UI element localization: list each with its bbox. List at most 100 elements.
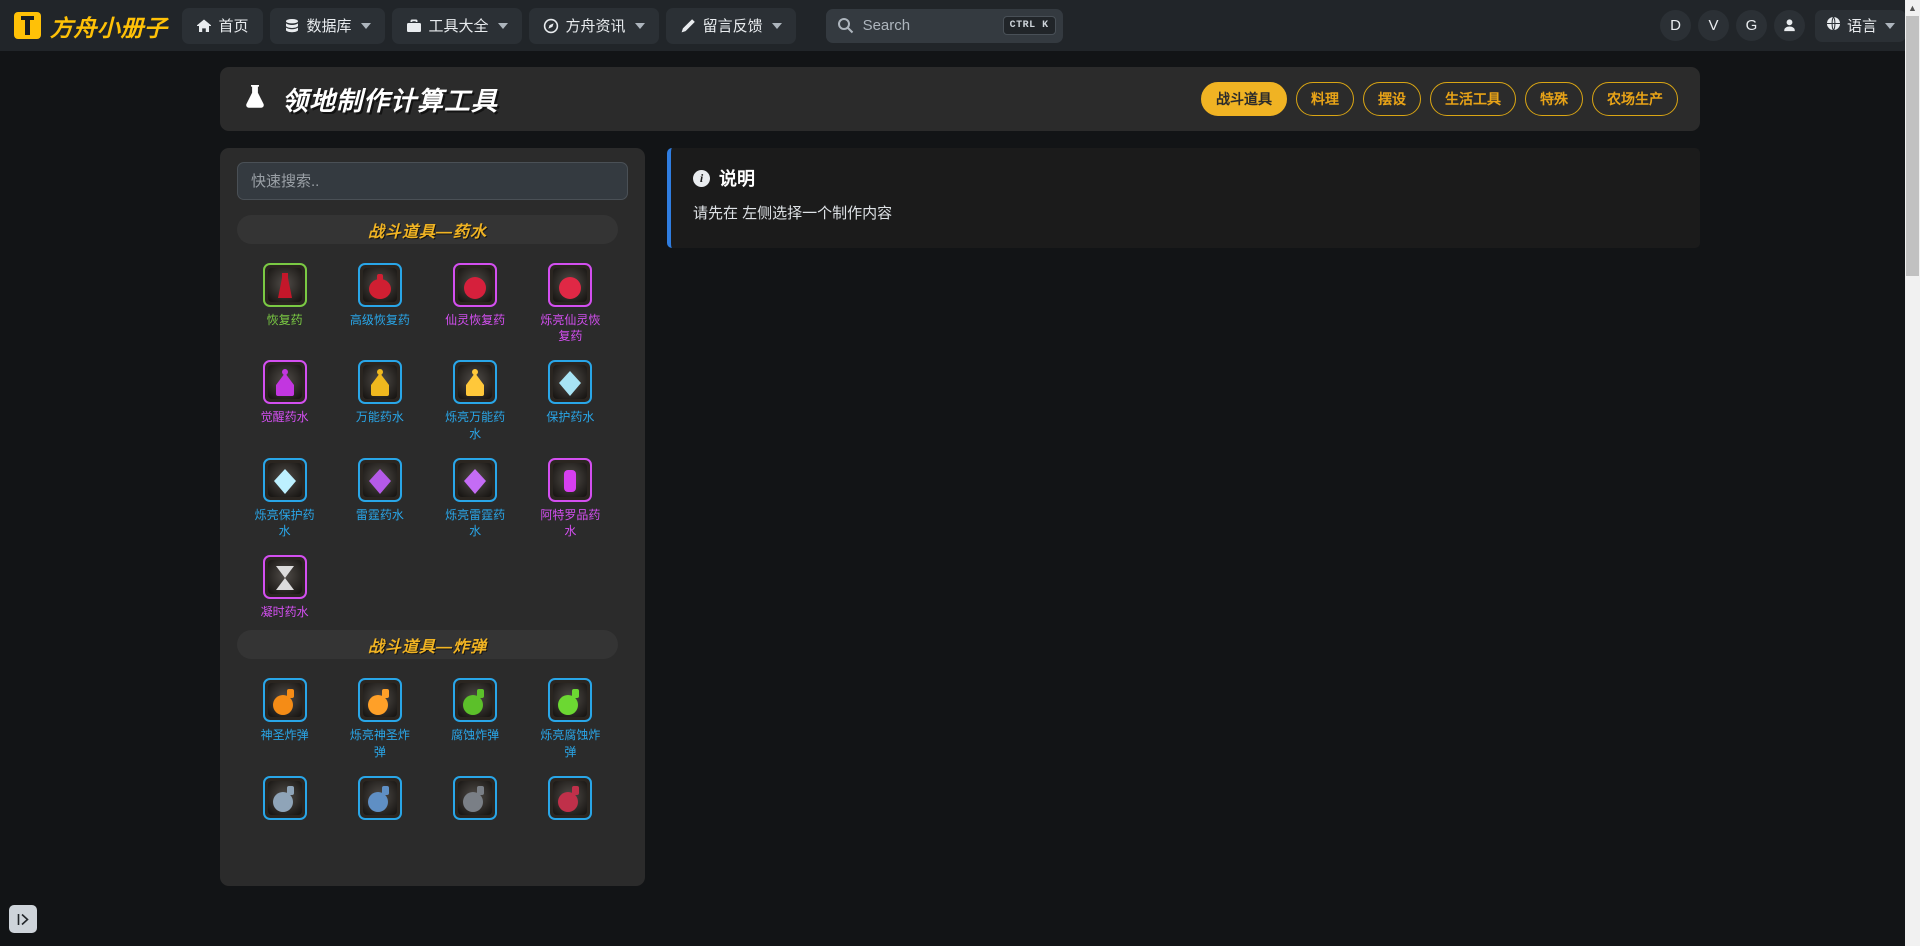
item-label: 烁亮万能药水: [445, 410, 506, 441]
item-label: 觉醒药水: [260, 410, 309, 425]
item-icon: [453, 360, 498, 405]
language-selector[interactable]: 语言: [1814, 9, 1906, 42]
nav-items: 首页 数据库 工具大全 方舟资讯 留言反馈: [181, 7, 796, 44]
page-title-group: 领地制作计算工具: [242, 81, 498, 118]
chevron-down-icon: [360, 22, 371, 29]
item-cell[interactable]: [237, 768, 332, 825]
item-cell[interactable]: 阿特罗品药水: [523, 450, 618, 539]
item-cell[interactable]: 恢复药: [237, 255, 332, 344]
sidebar-expand-toggle[interactable]: [9, 905, 37, 933]
item-icon: [548, 775, 593, 820]
item-icon: [453, 263, 498, 307]
nav-item-database-label: 数据库: [306, 18, 352, 35]
scroll-up-arrow[interactable]: ▲: [1905, 0, 1920, 16]
flask-icon: [242, 83, 269, 115]
item-icon: [357, 263, 402, 307]
info-card-header: i 说明: [693, 165, 1678, 191]
item-art-bomb-icon: [272, 689, 294, 716]
item-cell[interactable]: 觉醒药水: [237, 352, 332, 441]
global-search[interactable]: Search CTRL K: [825, 8, 1063, 43]
chevron-down-icon: [634, 22, 645, 29]
item-cell[interactable]: 保护药水: [523, 352, 618, 441]
category-tab-life-tools[interactable]: 生活工具: [1430, 82, 1516, 116]
nav-right-actions: D V G 语言: [1659, 0, 1906, 51]
item-art-vial-icon: [277, 272, 292, 298]
avatar-v[interactable]: V: [1697, 10, 1729, 41]
category-tab-cooking[interactable]: 料理: [1296, 82, 1354, 116]
toolbox-icon: [406, 18, 422, 34]
nav-item-database[interactable]: 数据库: [269, 7, 385, 44]
item-icon: [357, 457, 402, 502]
item-art-bomb-icon: [272, 786, 294, 813]
database-icon: [284, 18, 300, 34]
item-icon: [548, 457, 593, 502]
item-cell[interactable]: 烁亮仙灵恢复药: [523, 255, 618, 344]
item-art-hourglass-icon: [275, 565, 294, 590]
category-tab-combat-items[interactable]: 战斗道具: [1201, 82, 1287, 116]
item-icon: [262, 775, 307, 820]
item-art-bomb-icon: [367, 786, 389, 813]
page-title-bar: 领地制作计算工具 战斗道具 料理 摆设 生活工具 特殊 农场生产: [220, 67, 1700, 131]
nav-item-home-label: 首页: [218, 18, 249, 35]
item-cell[interactable]: 腐蚀炸弹: [428, 670, 523, 759]
chevron-down-icon: [771, 22, 782, 29]
scroll-thumb[interactable]: [1906, 16, 1919, 276]
item-cell[interactable]: 烁亮万能药水: [428, 352, 523, 441]
content-area: 战斗道具—药水恢复药 高级恢复药 仙灵恢复药 烁亮仙灵恢复药觉醒药水 万能药水 烁亮万能药…: [220, 148, 1700, 886]
quick-search-input[interactable]: [237, 162, 628, 200]
nav-item-news-label: 方舟资讯: [565, 18, 626, 35]
item-label: 凝时药水: [260, 605, 309, 620]
item-cell[interactable]: 烁亮神圣炸弹: [332, 670, 427, 759]
item-list-scroll[interactable]: 战斗道具—药水 恢复药 高级恢复药 仙灵恢复药 烁亮仙灵恢复药 觉醒药水 万能药水 烁亮万能药…: [237, 215, 628, 885]
nav-item-news[interactable]: 方舟资讯: [528, 7, 659, 44]
item-grid: 神圣炸弹 烁亮神圣炸弹 腐蚀炸弹 烁亮腐蚀炸弹: [237, 670, 618, 824]
category-tab-special[interactable]: 特殊: [1525, 82, 1583, 116]
item-art-flask-icon: [368, 273, 391, 299]
item-label: 阿特罗品药水: [540, 507, 601, 538]
item-cell[interactable]: [523, 768, 618, 825]
item-icon: [262, 457, 307, 502]
category-tab-farm[interactable]: 农场生产: [1592, 82, 1678, 116]
item-cell[interactable]: 雷霆药水: [332, 450, 427, 539]
chevron-down-icon: [1885, 22, 1895, 29]
item-cell[interactable]: [428, 768, 523, 825]
item-cell[interactable]: 烁亮雷霆药水: [428, 450, 523, 539]
info-card: i 说明 请先在 左侧选择一个制作内容: [667, 148, 1700, 248]
brand-name: 方舟小册子: [50, 14, 168, 41]
item-grid: 恢复药 高级恢复药 仙灵恢复药 烁亮仙灵恢复药 觉醒药水 万能药水 烁亮万能药水 保护药水 烁亮…: [237, 255, 618, 620]
item-icon: [262, 360, 307, 405]
user-icon[interactable]: [1773, 10, 1805, 41]
item-art-bell-icon: [370, 369, 389, 397]
item-label: 烁亮仙灵恢复药: [540, 313, 601, 344]
nav-item-tools[interactable]: 工具大全: [391, 7, 522, 44]
category-tab-furniture[interactable]: 摆设: [1363, 82, 1421, 116]
top-navbar: 方舟小册子 首页 数据库 工具大全 方舟资讯 留言反馈 Search CTRL …: [0, 0, 1920, 51]
item-label: 烁亮腐蚀炸弹: [540, 728, 601, 759]
home-icon: [196, 18, 212, 34]
item-label: 烁亮保护药水: [254, 507, 315, 538]
search-icon: [837, 17, 854, 34]
item-label: 仙灵恢复药: [445, 313, 506, 327]
item-art-bomb-icon: [367, 689, 389, 716]
item-art-bomb-icon: [558, 786, 580, 813]
nav-item-home[interactable]: 首页: [181, 7, 263, 44]
item-art-tube-icon: [564, 469, 577, 492]
item-cell[interactable]: 万能药水: [332, 352, 427, 441]
item-cell[interactable]: 凝时药水: [237, 547, 332, 620]
item-icon: [357, 775, 402, 820]
nav-item-feedback[interactable]: 留言反馈: [665, 7, 796, 44]
item-cell[interactable]: 高级恢复药: [332, 255, 427, 344]
item-art-bell-icon: [275, 369, 294, 397]
item-cell[interactable]: 烁亮保护药水: [237, 450, 332, 539]
page-scrollbar[interactable]: ▲: [1905, 0, 1920, 946]
item-cell[interactable]: 烁亮腐蚀炸弹: [523, 670, 618, 759]
item-cell[interactable]: 仙灵恢复药: [428, 255, 523, 344]
avatar-d[interactable]: D: [1659, 10, 1691, 41]
item-cell[interactable]: [332, 768, 427, 825]
item-art-drop-icon: [368, 468, 391, 494]
item-cell[interactable]: 神圣炸弹: [237, 670, 332, 759]
item-label: 恢复药: [266, 313, 303, 327]
brand[interactable]: 方舟小册子: [14, 9, 168, 43]
avatar-g[interactable]: G: [1735, 10, 1767, 41]
item-label: 神圣炸弹: [260, 728, 309, 743]
